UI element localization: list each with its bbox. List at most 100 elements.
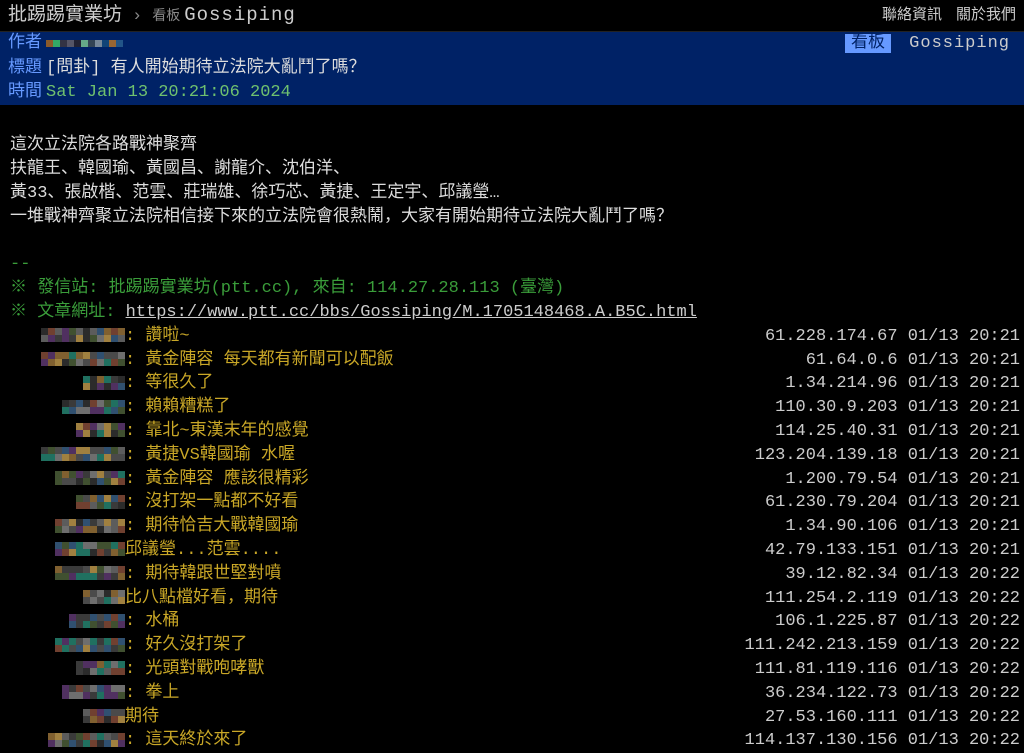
username-redacted-icon [83, 590, 125, 604]
comment-row: : 期待恰吉大戰韓國瑜1.34.90.106 01/13 20:21 [10, 515, 1020, 539]
comment-user [10, 420, 125, 444]
top-bar-right: 聯絡資訊 關於我們 [882, 5, 1016, 26]
board-prefix-label: 看板 [152, 8, 180, 28]
comment-row: : 黃金陣容 應該很精彩1.200.79.54 01/13 20:21 [10, 468, 1020, 492]
comment-row: : 讚啦~61.228.174.67 01/13 20:21 [10, 325, 1020, 349]
comment-user [10, 396, 125, 420]
article-body: 這次立法院各路戰神聚齊扶龍王、韓國瑜、黃國昌、謝龍介、沈伯洋、黃33、張啟楷、范… [0, 105, 1024, 254]
comment-row: : 黃金陣容 每天都有新聞可以配飯61.64.0.6 01/13 20:21 [10, 349, 1020, 373]
comment-user [10, 515, 125, 539]
article-meta: -- ※ 發信站: 批踢踢實業坊(ptt.cc), 來自: 114.27.28.… [0, 253, 1024, 324]
body-line: 一堆戰神齊聚立法院相信接下來的立法院會很熱鬧，大家有開始期待立法院大亂鬥了嗎？ [10, 206, 1020, 230]
comment-user [10, 325, 125, 349]
comment-ip-datetime: 111.81.119.116 01/13 20:22 [747, 658, 1020, 682]
meta-dashes: -- [10, 253, 1020, 277]
top-bar: 批踢踢實業坊 › 看板 Gossiping 聯絡資訊 關於我們 [0, 0, 1024, 32]
comment-row: : 賴賴糟糕了110.30.9.203 01/13 20:21 [10, 396, 1020, 420]
board-name: Gossiping [909, 34, 1010, 53]
username-redacted-icon [62, 400, 125, 414]
article-header: 作者 看板 Gossiping 標題 [問卦] 有人開始期待立法院大亂鬥了嗎？ … [0, 32, 1024, 105]
board-name-link[interactable]: Gossiping [184, 2, 296, 29]
comment-row: 比八點檔好看，期待111.254.2.119 01/13 20:22 [10, 587, 1020, 611]
comment-user [10, 706, 125, 730]
meta-url-prefix: ※ 文章網址: [10, 303, 126, 322]
meta-url-line: ※ 文章網址: https://www.ptt.cc/bbs/Gossiping… [10, 301, 1020, 325]
comment-ip-datetime: 111.254.2.119 01/13 20:22 [757, 587, 1020, 611]
username-redacted-icon [55, 638, 125, 652]
title-label: 標題 [4, 57, 46, 81]
comment-user [10, 491, 125, 515]
username-redacted-icon [41, 328, 125, 342]
comment-ip-datetime: 42.79.133.151 01/13 20:21 [757, 539, 1020, 563]
username-redacted-icon [83, 709, 125, 723]
about-link[interactable]: 關於我們 [956, 5, 1016, 26]
comment-row: : 期待韓跟世堅對噴39.12.82.34 01/13 20:22 [10, 563, 1020, 587]
body-line: 扶龍王、韓國瑜、黃國昌、謝龍介、沈伯洋、 [10, 158, 1020, 182]
comment-content: : 期待恰吉大戰韓國瑜 [125, 515, 760, 539]
comment-user [10, 587, 125, 611]
comment-user [10, 634, 125, 658]
comment-row: : 拳上36.234.122.73 01/13 20:22 [10, 682, 1020, 706]
time-label: 時間 [4, 81, 46, 105]
comments-list: : 讚啦~61.228.174.67 01/13 20:21: 黃金陣容 每天都… [0, 325, 1024, 753]
comment-content: 邱議瑩...范雲.... [125, 539, 757, 563]
username-redacted-icon [62, 685, 125, 699]
body-line [10, 230, 1020, 254]
comment-row: 邱議瑩...范雲....42.79.133.151 01/13 20:21 [10, 539, 1020, 563]
comment-ip-datetime: 1.34.90.106 01/13 20:21 [760, 515, 1020, 539]
author-redacted-icon [46, 32, 123, 56]
comment-user [10, 729, 125, 753]
comment-ip-datetime: 110.30.9.203 01/13 20:21 [760, 396, 1020, 420]
contact-link[interactable]: 聯絡資訊 [882, 5, 942, 26]
username-redacted-icon [55, 542, 125, 556]
body-line: 這次立法院各路戰神聚齊 [10, 134, 1020, 158]
comment-row: : 等很久了1.34.214.96 01/13 20:21 [10, 372, 1020, 396]
username-redacted-icon [76, 495, 125, 509]
comment-row: : 黃捷VS韓國瑜 水喔123.204.139.18 01/13 20:21 [10, 444, 1020, 468]
comment-ip-datetime: 61.64.0.6 01/13 20:21 [760, 349, 1020, 373]
username-redacted-icon [76, 423, 125, 437]
comment-user [10, 563, 125, 587]
site-name[interactable]: 批踢踢實業坊 [8, 2, 122, 29]
top-bar-left: 批踢踢實業坊 › 看板 Gossiping [8, 2, 882, 29]
comment-ip-datetime: 39.12.82.34 01/13 20:22 [760, 563, 1020, 587]
comment-ip-datetime: 114.137.130.156 01/13 20:22 [737, 729, 1020, 753]
comment-content: : 光頭對戰咆哮獸 [125, 658, 747, 682]
article-time: Sat Jan 13 20:21:06 2024 [46, 81, 1020, 105]
comment-content: : 黃捷VS韓國瑜 水喔 [125, 444, 747, 468]
comment-content: : 讚啦~ [125, 325, 757, 349]
comment-ip-datetime: 27.53.160.111 01/13 20:22 [757, 706, 1020, 730]
author-value [46, 32, 845, 57]
author-label: 作者 [4, 32, 46, 56]
comment-content: 期待 [125, 706, 757, 730]
comment-ip-datetime: 123.204.139.18 01/13 20:21 [747, 444, 1020, 468]
comment-user [10, 539, 125, 563]
comment-content: : 水桶 [125, 610, 760, 634]
meta-from-line: ※ 發信站: 批踢踢實業坊(ptt.cc), 來自: 114.27.28.113… [10, 277, 1020, 301]
username-redacted-icon [76, 661, 125, 675]
comment-ip-datetime: 114.25.40.31 01/13 20:21 [760, 420, 1020, 444]
board-indicator: 看板 Gossiping [845, 32, 1020, 56]
comment-content: 比八點檔好看，期待 [125, 587, 757, 611]
body-line [10, 111, 1020, 135]
comment-ip-datetime: 1.200.79.54 01/13 20:21 [760, 468, 1020, 492]
username-redacted-icon [41, 352, 125, 366]
comment-ip-datetime: 111.242.213.159 01/13 20:22 [737, 634, 1020, 658]
comment-user [10, 349, 125, 373]
comment-content: : 期待韓跟世堅對噴 [125, 563, 760, 587]
comment-row: : 光頭對戰咆哮獸111.81.119.116 01/13 20:22 [10, 658, 1020, 682]
username-redacted-icon [69, 614, 125, 628]
comment-ip-datetime: 61.230.79.204 01/13 20:21 [757, 491, 1020, 515]
article-title: [問卦] 有人開始期待立法院大亂鬥了嗎？ [46, 57, 1020, 81]
comment-row: : 靠北~東漢末年的感覺114.25.40.31 01/13 20:21 [10, 420, 1020, 444]
comment-user [10, 468, 125, 492]
comment-row: : 這天終於來了114.137.130.156 01/13 20:22 [10, 729, 1020, 753]
comment-user [10, 610, 125, 634]
comment-content: : 好久沒打架了 [125, 634, 737, 658]
comment-user [10, 682, 125, 706]
comment-row: : 好久沒打架了111.242.213.159 01/13 20:22 [10, 634, 1020, 658]
board-tag: 看板 [845, 34, 891, 53]
username-redacted-icon [55, 566, 125, 580]
article-url[interactable]: https://www.ptt.cc/bbs/Gossiping/M.17051… [126, 303, 697, 322]
chevron-icon: › [132, 5, 142, 29]
